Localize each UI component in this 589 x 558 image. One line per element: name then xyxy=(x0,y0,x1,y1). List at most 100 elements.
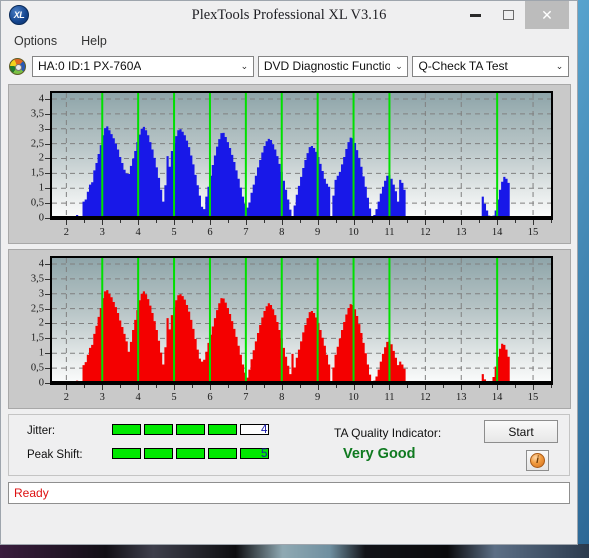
jitter-label: Jitter: xyxy=(27,425,56,437)
x-tick-label: 11 xyxy=(384,392,395,403)
chevron-down-icon[interactable]: ⌄ xyxy=(235,56,253,76)
x-tick-label: 15 xyxy=(527,392,539,403)
jitter-value: 4 xyxy=(261,424,268,436)
x-tick-label: 13 xyxy=(456,392,467,403)
x-tick-label: 10 xyxy=(348,392,359,403)
application-window: XL PlexTools Professional XL V3.16 ✕ Opt… xyxy=(0,0,578,545)
x-tick-label: 9 xyxy=(315,392,321,403)
status-bar-wrapper: Ready xyxy=(8,482,570,504)
charts-area: 0 0,5 1 1,5 2 2,5 3 3,5 4 2 3 4 5 6 7 8 9 10 11 12 13 14 15 0… xyxy=(1,80,577,414)
drive-select-value: HA:0 ID:1 PX-760A xyxy=(38,59,142,73)
x-tick-label: 3 xyxy=(99,392,105,403)
y-tick-label: 3,5 xyxy=(30,273,44,285)
meter-segment xyxy=(144,424,173,435)
x-tick-label: 11 xyxy=(384,227,395,238)
maximize-button[interactable] xyxy=(492,1,525,29)
x-tick-label: 7 xyxy=(243,227,249,238)
chevron-down-icon[interactable]: ⌄ xyxy=(390,56,408,76)
chart0-x-axis-labels: 2 3 4 5 6 7 8 9 10 11 12 13 14 15 xyxy=(50,224,553,244)
optical-disc-icon xyxy=(9,57,26,75)
x-tick-label: 3 xyxy=(99,227,105,238)
y-tick-label: 1 xyxy=(38,347,44,359)
y-tick-label: 2,5 xyxy=(30,138,44,150)
menu-item-help[interactable]: Help xyxy=(78,33,110,49)
menu-item-options[interactable]: Options xyxy=(11,33,60,49)
menu-bar: Options Help xyxy=(1,29,577,52)
peak-shift-meter xyxy=(112,448,269,459)
x-tick-label: 5 xyxy=(171,227,177,238)
x-tick-label: 4 xyxy=(135,392,141,403)
pit-length-chart[interactable]: 0 0,5 1 1,5 2 2,5 3 3,5 4 2 3 4 5 6 7 8 9 10 11 12 13 14 15 xyxy=(8,84,571,244)
taskbar-strip xyxy=(0,544,589,558)
x-tick-label: 15 xyxy=(527,227,539,238)
meter-segment xyxy=(176,424,205,435)
meter-segment xyxy=(176,448,205,459)
close-button[interactable]: ✕ xyxy=(525,1,569,29)
jitter-meter xyxy=(112,424,269,435)
status-text: Ready xyxy=(14,486,49,500)
chart0-plot-area xyxy=(50,91,553,220)
x-tick-label: 12 xyxy=(420,227,431,238)
function-select-value: DVD Diagnostic Functions xyxy=(263,59,404,73)
x-tick-label: 9 xyxy=(315,227,321,238)
x-tick-label: 2 xyxy=(63,392,69,403)
y-tick-label: 1,5 xyxy=(30,332,44,344)
series-Land xyxy=(76,290,510,383)
x-tick-label: 6 xyxy=(207,392,213,403)
x-tick-label: 12 xyxy=(420,392,431,403)
status-bar: Ready xyxy=(8,482,570,504)
meter-segment xyxy=(208,424,237,435)
x-tick-label: 2 xyxy=(63,227,69,238)
ta-quality-value: Very Good xyxy=(343,446,416,462)
test-select[interactable]: Q-Check TA Test ⌄ xyxy=(412,55,569,77)
y-tick-label: 2 xyxy=(38,152,44,164)
meter-segment xyxy=(144,448,173,459)
title-bar: XL PlexTools Professional XL V3.16 ✕ xyxy=(1,1,577,29)
y-tick-label: 3 xyxy=(38,288,44,300)
chart1-y-axis-labels: 0 0,5 1 1,5 2 2,5 3 3,5 4 xyxy=(9,250,48,391)
start-button[interactable]: Start xyxy=(484,420,558,443)
chart1-plot-area xyxy=(50,256,553,385)
meter-segment xyxy=(208,448,237,459)
x-tick-label: 4 xyxy=(135,227,141,238)
peak-shift-label: Peak Shift: xyxy=(27,449,83,461)
y-tick-label: 0 xyxy=(38,377,44,389)
y-tick-label: 0,5 xyxy=(30,197,44,209)
function-select[interactable]: DVD Diagnostic Functions ⌄ xyxy=(257,55,409,77)
test-select-value: Q-Check TA Test xyxy=(418,59,508,73)
info-icon: i xyxy=(530,453,545,468)
start-button-label: Start xyxy=(508,424,534,439)
chart0-svg xyxy=(52,93,551,218)
y-tick-label: 4 xyxy=(38,258,44,270)
results-panel: Jitter: 4 Peak Shift: 5 TA Quality Indic… xyxy=(8,414,570,476)
meter-segment xyxy=(112,448,141,459)
minimize-button[interactable] xyxy=(459,1,492,29)
y-tick-label: 2 xyxy=(38,317,44,329)
x-tick-label: 13 xyxy=(456,227,467,238)
chart1-svg xyxy=(52,258,551,383)
chart1-x-axis-labels: 2 3 4 5 6 7 8 9 10 11 12 13 14 15 xyxy=(50,389,553,409)
x-tick-label: 8 xyxy=(279,227,285,238)
y-tick-label: 3 xyxy=(38,123,44,135)
x-tick-label: 14 xyxy=(491,392,503,403)
drive-select[interactable]: HA:0 ID:1 PX-760A ⌄ xyxy=(32,55,254,77)
x-tick-label: 8 xyxy=(279,392,285,403)
y-tick-label: 0 xyxy=(38,212,44,224)
land-length-chart[interactable]: 0 0,5 1 1,5 2 2,5 3 3,5 4 2 3 4 5 6 7 8 9 10 11 12 13 14 15 xyxy=(8,249,571,409)
x-tick-label: 10 xyxy=(348,227,359,238)
x-tick-label: 6 xyxy=(207,227,213,238)
y-tick-label: 2,5 xyxy=(30,303,44,315)
meter-segment xyxy=(112,424,141,435)
info-button[interactable]: i xyxy=(526,450,549,471)
ta-quality-label: TA Quality Indicator: xyxy=(334,426,442,440)
x-tick-label: 5 xyxy=(171,392,177,403)
close-icon: ✕ xyxy=(541,7,553,23)
y-tick-label: 1,5 xyxy=(30,167,44,179)
x-tick-label: 14 xyxy=(491,227,503,238)
y-tick-label: 4 xyxy=(38,93,44,105)
x-tick-label: 7 xyxy=(243,392,249,403)
y-tick-label: 0,5 xyxy=(30,362,44,374)
chevron-down-icon[interactable]: ⌄ xyxy=(550,56,568,76)
peak-shift-value: 5 xyxy=(261,448,268,460)
y-tick-label: 1 xyxy=(38,182,44,194)
